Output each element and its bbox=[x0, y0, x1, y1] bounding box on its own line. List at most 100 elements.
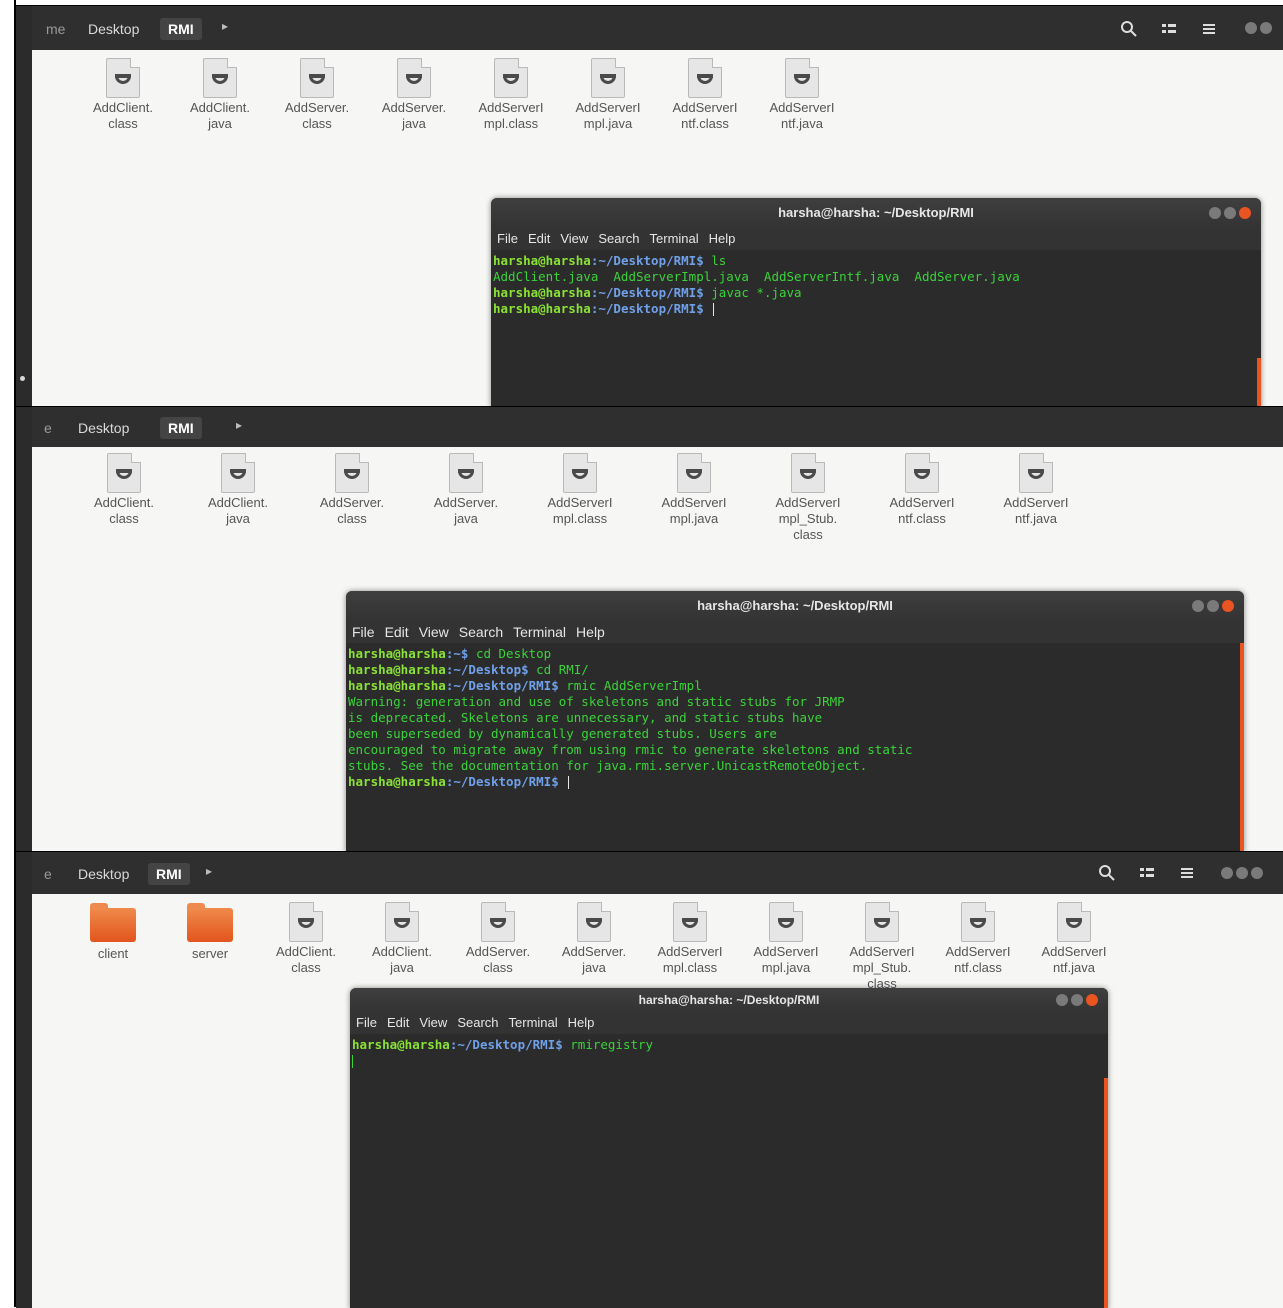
launcher-dock bbox=[16, 852, 32, 1308]
window-controls[interactable] bbox=[1218, 867, 1263, 886]
breadcrumb-next-icon[interactable]: ▸ bbox=[236, 418, 242, 432]
file-icon-item[interactable]: AddClient. java bbox=[175, 58, 265, 132]
file-icon-item[interactable]: AddServerI ntf.java bbox=[990, 453, 1082, 527]
minimize-button[interactable] bbox=[1209, 207, 1221, 219]
breadcrumb-rmi[interactable]: RMI bbox=[160, 417, 202, 439]
menu-terminal[interactable]: Terminal bbox=[509, 1015, 558, 1030]
terminal-titlebar[interactable]: harsha@harsha: ~/Desktop/RMI bbox=[346, 591, 1244, 621]
file-icon-item[interactable]: AddServerI mpl.class bbox=[645, 902, 735, 976]
terminal-window[interactable]: harsha@harsha: ~/Desktop/RMI File Edit Vie… bbox=[491, 198, 1261, 406]
file-icon-item[interactable]: AddServerI mpl.java bbox=[563, 58, 653, 132]
file-icon-item[interactable]: AddServer. java bbox=[420, 453, 512, 527]
file-icon-item[interactable]: AddClient. java bbox=[357, 902, 447, 976]
breadcrumb-next-icon[interactable]: ▸ bbox=[206, 864, 212, 878]
maximize-button[interactable] bbox=[1224, 207, 1236, 219]
file-icon-item[interactable]: AddServerI mpl_Stub. class bbox=[762, 453, 854, 543]
minimize-button[interactable] bbox=[1056, 994, 1068, 1006]
menu-file[interactable]: File bbox=[356, 1015, 377, 1030]
menu-help[interactable]: Help bbox=[576, 624, 605, 640]
menu-icon[interactable] bbox=[1178, 864, 1196, 882]
terminal-output[interactable]: harsha@harsha:~/Desktop/RMI$ rmiregistry bbox=[350, 1034, 1108, 1072]
menu-search[interactable]: Search bbox=[459, 624, 503, 640]
launcher-dock bbox=[16, 6, 32, 406]
menu-edit[interactable]: Edit bbox=[387, 1015, 409, 1030]
search-icon[interactable] bbox=[1120, 20, 1138, 38]
menu-view[interactable]: View bbox=[419, 1015, 447, 1030]
breadcrumb-rmi[interactable]: RMI bbox=[148, 863, 190, 885]
file-icon-item[interactable]: AddClient. class bbox=[78, 58, 168, 132]
file-icon-item[interactable]: AddServerI ntf.class bbox=[933, 902, 1023, 976]
maximize-button[interactable] bbox=[1260, 22, 1272, 34]
file-icon-item[interactable]: AddServerI ntf.java bbox=[757, 58, 847, 132]
menu-view[interactable]: View bbox=[419, 624, 449, 640]
maximize-button[interactable] bbox=[1207, 600, 1219, 612]
maximize-button[interactable] bbox=[1236, 867, 1248, 879]
window-controls[interactable] bbox=[1242, 22, 1272, 41]
minimize-button[interactable] bbox=[1221, 867, 1233, 879]
folder-item[interactable]: client bbox=[68, 902, 158, 962]
close-button[interactable] bbox=[1222, 600, 1234, 612]
file-icon-item[interactable]: AddServerI mpl.class bbox=[466, 58, 556, 132]
file-icon-item[interactable]: AddServerI mpl.java bbox=[741, 902, 831, 976]
search-icon[interactable] bbox=[1098, 864, 1116, 882]
close-button[interactable] bbox=[1086, 994, 1098, 1006]
menu-file[interactable]: File bbox=[497, 231, 518, 246]
folder-item[interactable]: server bbox=[165, 902, 255, 962]
menu-search[interactable]: Search bbox=[457, 1015, 498, 1030]
file-icon-item[interactable]: AddServer. class bbox=[272, 58, 362, 132]
menu-icon[interactable] bbox=[1200, 20, 1218, 38]
close-button[interactable] bbox=[1239, 207, 1251, 219]
view-options-icon[interactable] bbox=[1160, 20, 1178, 38]
scrollbar[interactable] bbox=[1104, 1078, 1108, 1308]
menu-file[interactable]: File bbox=[352, 624, 375, 640]
menu-terminal[interactable]: Terminal bbox=[513, 624, 566, 640]
breadcrumb-desktop[interactable]: Desktop bbox=[70, 417, 137, 439]
window-controls[interactable] bbox=[1189, 600, 1234, 630]
file-icon-item[interactable]: AddServer. java bbox=[549, 902, 639, 976]
menu-view[interactable]: View bbox=[560, 231, 588, 246]
scrollbar[interactable] bbox=[1257, 358, 1261, 406]
file-icon-item[interactable]: AddServerI ntf.class bbox=[660, 58, 750, 132]
terminal-window[interactable]: harsha@harsha: ~/Desktop/RMI File Edit Vie… bbox=[346, 591, 1244, 851]
window-controls[interactable] bbox=[1206, 207, 1251, 237]
menu-edit[interactable]: Edit bbox=[528, 231, 550, 246]
file-name: AddClient. bbox=[94, 495, 154, 510]
file-icon-item[interactable]: AddServerI ntf.java bbox=[1029, 902, 1119, 976]
breadcrumb-next-icon[interactable]: ▸ bbox=[222, 19, 228, 33]
menu-help[interactable]: Help bbox=[568, 1015, 595, 1030]
breadcrumb-rmi[interactable]: RMI bbox=[160, 18, 202, 40]
file-icon-item[interactable]: AddServer. java bbox=[369, 58, 459, 132]
minimize-button[interactable] bbox=[1192, 600, 1204, 612]
file-icon-item[interactable]: AddServerI ntf.class bbox=[876, 453, 968, 527]
file-name: AddServer. bbox=[381, 100, 447, 115]
java-file-icon bbox=[865, 902, 899, 942]
file-icon-item[interactable]: AddServer. class bbox=[306, 453, 398, 527]
breadcrumb-desktop[interactable]: Desktop bbox=[80, 18, 147, 40]
file-icon-item[interactable]: AddServerI mpl.class bbox=[534, 453, 626, 527]
breadcrumb-desktop[interactable]: Desktop bbox=[70, 863, 137, 885]
file-icon-item[interactable]: AddServerI mpl_Stub. class bbox=[837, 902, 927, 992]
menu-edit[interactable]: Edit bbox=[385, 624, 409, 640]
file-icon-item[interactable]: AddClient. class bbox=[78, 453, 170, 527]
menu-search[interactable]: Search bbox=[598, 231, 639, 246]
file-icon-item[interactable]: AddServerI mpl.java bbox=[648, 453, 740, 527]
terminal-titlebar[interactable]: harsha@harsha: ~/Desktop/RMI bbox=[350, 988, 1108, 1012]
minimize-button[interactable] bbox=[1245, 22, 1257, 34]
window-controls[interactable] bbox=[1053, 994, 1098, 1018]
terminal-titlebar[interactable]: harsha@harsha: ~/Desktop/RMI bbox=[491, 198, 1261, 228]
file-icon-item[interactable]: AddClient. java bbox=[192, 453, 284, 527]
maximize-button[interactable] bbox=[1071, 994, 1083, 1006]
breadcrumb-home[interactable]: e bbox=[36, 863, 60, 885]
file-icon-item[interactable]: AddServer. class bbox=[453, 902, 543, 976]
view-options-icon[interactable] bbox=[1138, 864, 1156, 882]
breadcrumb-home[interactable]: e bbox=[36, 417, 60, 439]
close-button[interactable] bbox=[1251, 867, 1263, 879]
scrollbar[interactable] bbox=[1240, 643, 1244, 851]
menu-terminal[interactable]: Terminal bbox=[650, 231, 699, 246]
terminal-window[interactable]: harsha@harsha: ~/Desktop/RMI File Edit Vie… bbox=[350, 988, 1108, 1308]
breadcrumb-home[interactable]: me bbox=[38, 18, 73, 40]
menu-help[interactable]: Help bbox=[709, 231, 736, 246]
file-icon-item[interactable]: AddClient. class bbox=[261, 902, 351, 976]
terminal-output[interactable]: harsha@harsha:~$ cd Desktop harsha@harsha… bbox=[346, 643, 1244, 793]
terminal-output[interactable]: harsha@harsha:~/Desktop/RMI$ ls AddClient… bbox=[491, 250, 1261, 320]
